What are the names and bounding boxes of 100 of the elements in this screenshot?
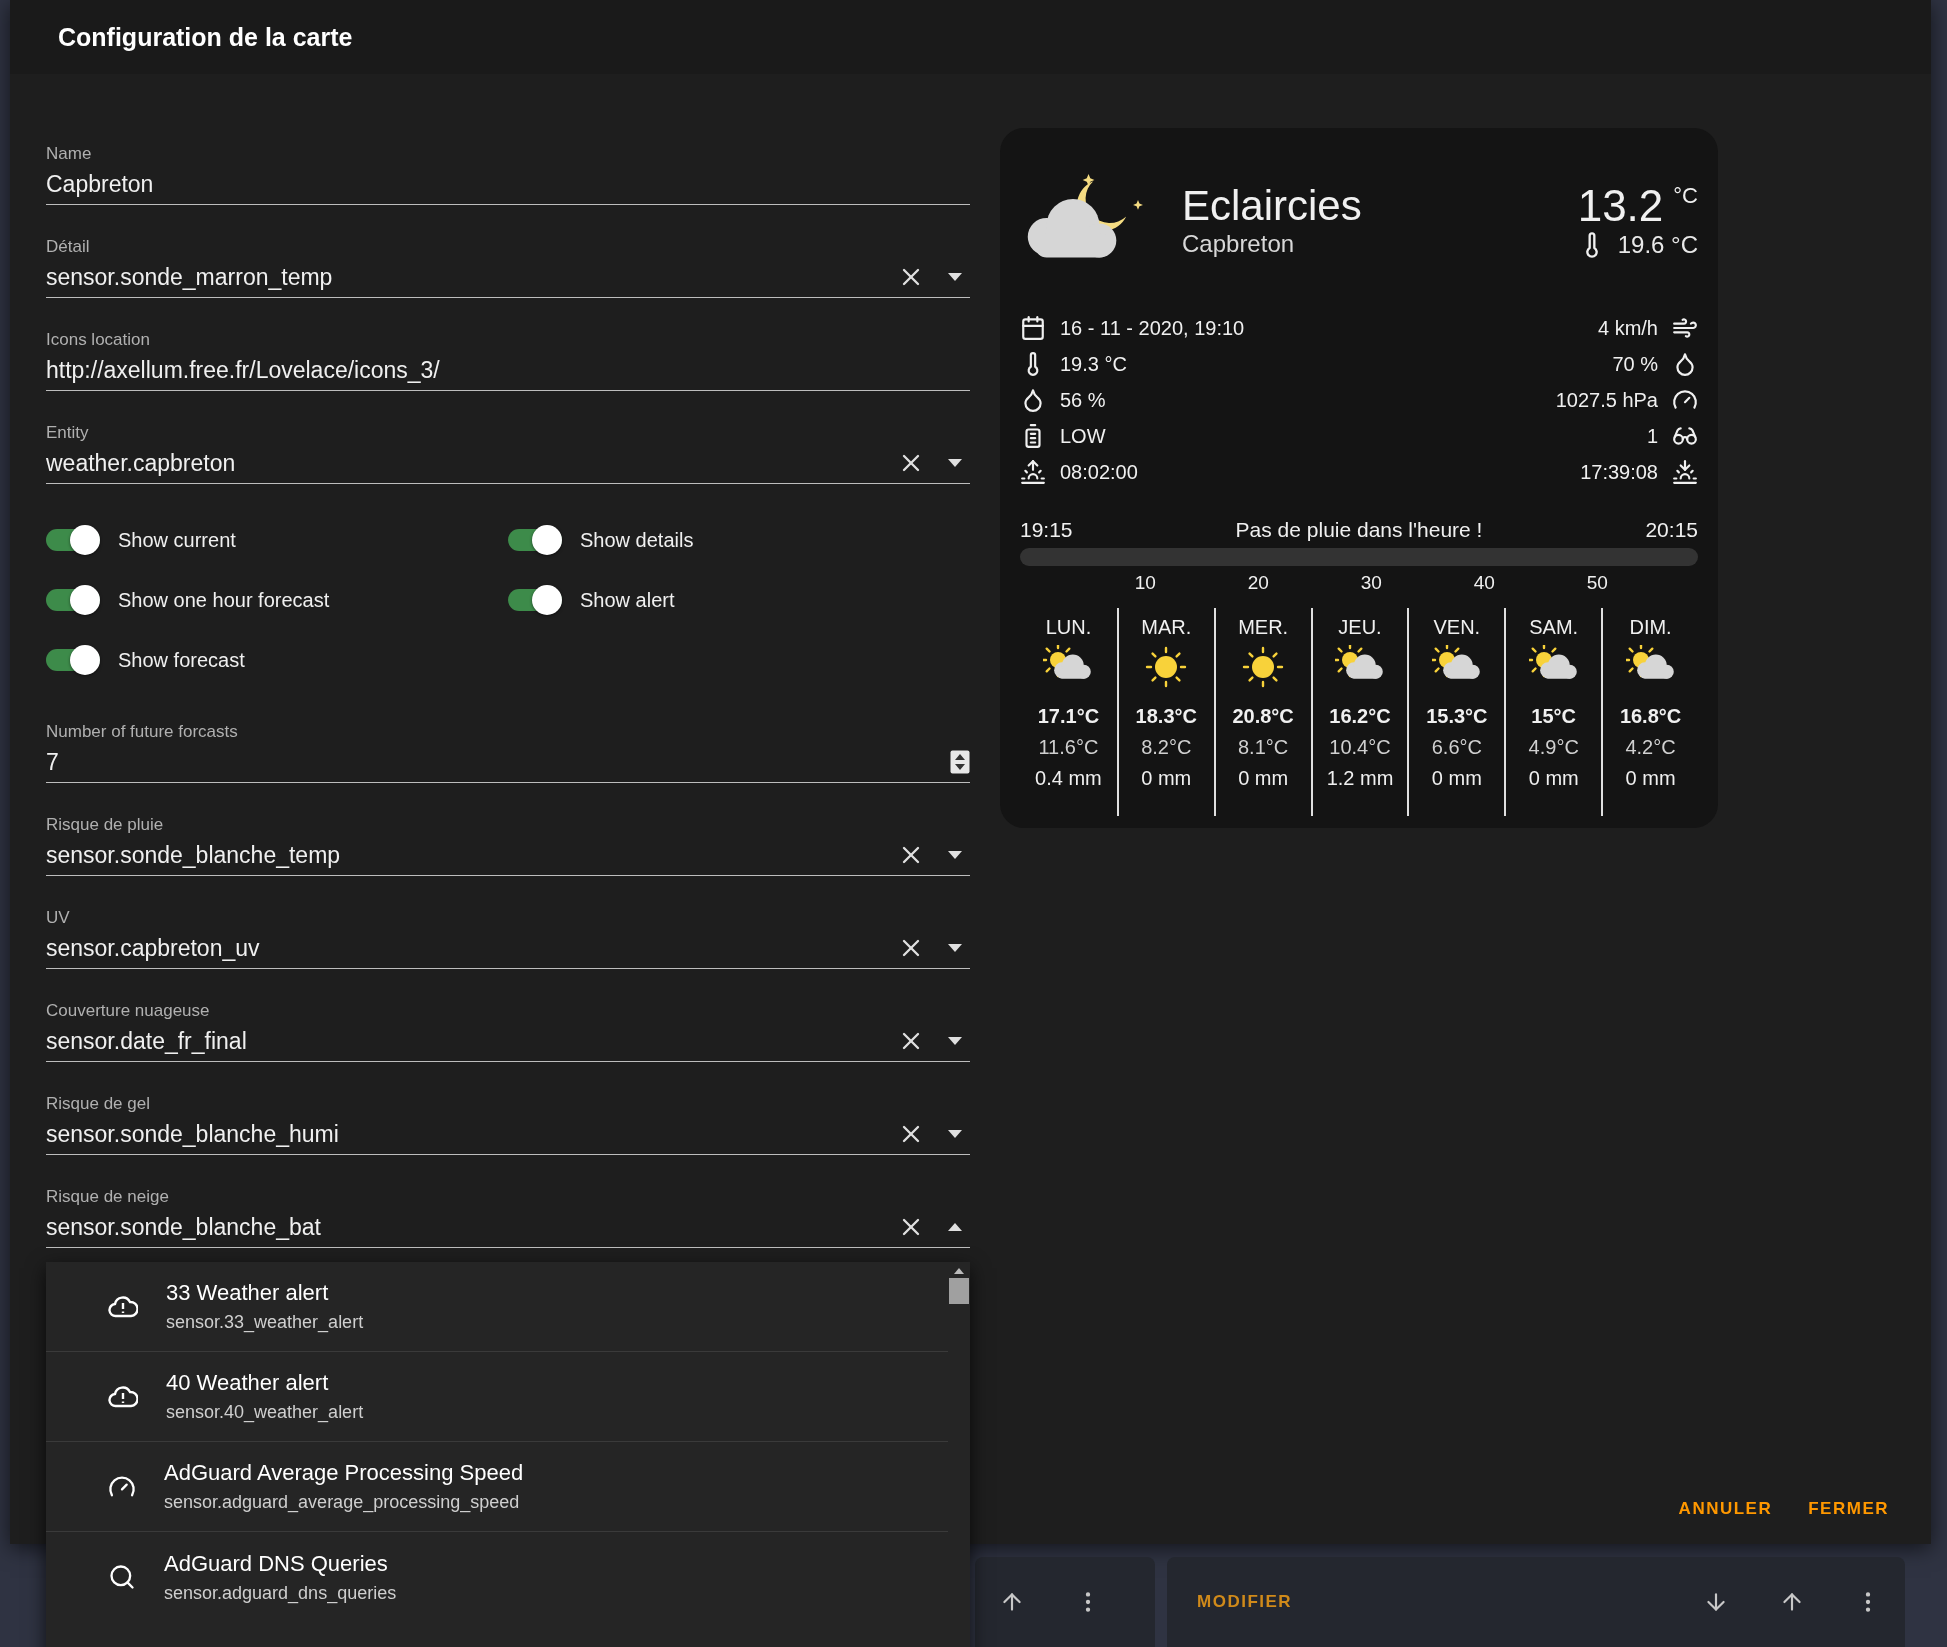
dropdown-item[interactable]: AdGuard Average Processing Speed sensor.adguard_average_processing_speed [46,1442,948,1532]
toggle-thumb[interactable] [532,585,562,615]
toggle-label: Show details [580,528,694,552]
day-label: MER. [1238,616,1289,639]
dialog-action-button[interactable]: ANNULER [1670,1491,1781,1527]
entity-id: sensor.adguard_dns_queries [164,1582,397,1604]
precipitation-text: 0 mm [1431,767,1482,790]
tick-label: 40 [1473,572,1495,594]
day-label: JEU. [1338,616,1382,639]
toggle-thumb[interactable] [70,585,100,615]
field-label: Risque de pluie [46,815,165,835]
precipitation-text: 0.4 mm [1035,767,1102,790]
input-field[interactable]: http://axellum.free.fr/Lovelace/icons_3/ [46,350,970,391]
field-value: sensor.date_fr_final [46,1027,248,1055]
toggle-label: Show current [118,528,236,552]
tick-label: 20 [1247,572,1269,594]
high-temperature: 15.3°C [1426,705,1488,728]
caret-icon[interactable] [948,1223,962,1231]
entity-field[interactable]: weather.capbreton [46,443,970,484]
low-temperature: 8.2°C [1141,736,1192,759]
field-value: sensor.sonde_marron_temp [46,263,334,291]
tick-label: 30 [1360,572,1382,594]
field-value: Capbreton [46,170,155,198]
field-value: weather.capbreton [46,449,237,477]
entity-field[interactable]: sensor.sonde_blanche_bat [46,1207,970,1248]
input-field[interactable]: 7 [46,742,970,783]
temperature-text: 13.2 [1577,181,1664,231]
sunset-icon [1672,459,1698,485]
low-temperature: 4.2°C [1625,736,1676,759]
detail-text: 17:39:08 [1580,460,1658,484]
detail-text: 56 % [1060,388,1106,412]
toggle-thumb[interactable] [70,645,100,675]
dropdown-item[interactable]: 40 Weather alert sensor.40_weather_alert [46,1352,948,1442]
entity-field[interactable]: sensor.sonde_blanche_temp [46,835,970,876]
entity-field[interactable]: sensor.sonde_marron_temp [46,257,970,298]
entity-field[interactable]: sensor.date_fr_final [46,1021,970,1062]
detail-text: 4 km/h [1597,316,1658,340]
entity-name: AdGuard DNS Queries [164,1550,389,1577]
calendar-icon [1020,315,1046,341]
location-text: Capbreton [1182,230,1296,258]
dialog-action-button[interactable]: FERMER [1800,1491,1897,1527]
detail-text: 1027.5 hPa [1555,388,1658,412]
entity-field[interactable]: sensor.sonde_blanche_humi [46,1114,970,1155]
field-label: Couverture nuageuse [46,1001,211,1021]
day-label: SAM. [1529,616,1579,639]
field-value: sensor.sonde_blanche_temp [46,841,342,869]
detail-text: 70 % [1612,352,1658,376]
field-label: Entity [46,423,90,443]
high-temperature: 15°C [1531,705,1577,728]
entity-field[interactable]: sensor.capbreton_uv [46,928,970,969]
detail-text: 16 - 11 - 2020, 19:10 [1060,316,1245,340]
field-label: Risque de gel [46,1094,151,1114]
dropdown-item[interactable]: 33 Weather alert sensor.33_weather_alert [46,1262,948,1352]
input-field[interactable]: Capbreton [46,164,970,205]
high-temperature: 17.1°C [1037,705,1100,728]
caret-icon[interactable] [948,273,962,281]
tick-label: 10 [1134,572,1156,594]
day-label: VEN. [1433,616,1481,639]
caret-icon[interactable] [948,1130,962,1138]
precipitation-text: 0 mm [1141,767,1192,790]
precipitation-text: 0 mm [1625,767,1676,790]
scrollbar-thumb[interactable] [949,1278,969,1304]
toggle-label: Show alert [580,588,675,612]
caret-icon[interactable] [948,1037,962,1045]
caret-icon[interactable] [948,459,962,467]
low-temperature: 11.6°C [1038,736,1099,759]
scroll-up-icon[interactable] [954,1268,964,1274]
toggle-label: Show forecast [118,648,245,672]
entity-name: AdGuard Average Processing Speed [164,1460,524,1486]
unit-text: °C [1673,183,1698,209]
high-temperature: 20.8°C [1232,705,1294,728]
spinner-icon[interactable] [950,750,970,774]
low-temperature: 4.9°C [1528,736,1579,759]
cloud-alert-icon [108,1385,138,1408]
dropdown-item[interactable]: AdGuard DNS Queries sensor.adguard_dns_queries [46,1532,948,1622]
field-value: 7 [46,748,60,776]
field-value: http://axellum.free.fr/Lovelace/icons_3/ [46,356,441,384]
low-temperature: 8.1°C [1238,736,1289,759]
field-label: UV [46,908,71,928]
precipitation-text: 0 mm [1528,767,1579,790]
caret-icon[interactable] [948,851,962,859]
caret-icon[interactable] [948,944,962,952]
sunrise-icon [1020,459,1046,485]
cloud-alert-icon [108,1295,138,1318]
field-label: Risque de neige [46,1187,170,1207]
detail-text: 19.3 °C [1060,352,1127,376]
toggle-thumb[interactable] [70,525,100,555]
entity-id: sensor.33_weather_alert [166,1312,364,1333]
rain-start-time: 19:15 [1020,518,1073,542]
low-temperature: 6.6°C [1431,736,1482,759]
entity-name: 33 Weather alert [166,1280,330,1306]
edit-button[interactable]: MODIFIER [1191,1591,1299,1613]
toggle-thumb[interactable] [532,525,562,555]
high-temperature: 18.3°C [1135,705,1197,728]
search-icon [108,1563,136,1591]
low-temperature: 10.4°C [1329,736,1391,759]
entity-id: sensor.adguard_average_processing_speed [164,1492,521,1513]
detail-text: 08:02:00 [1060,460,1138,484]
entity-id: sensor.40_weather_alert [166,1402,364,1423]
high-temperature: 16.8°C [1619,705,1682,728]
